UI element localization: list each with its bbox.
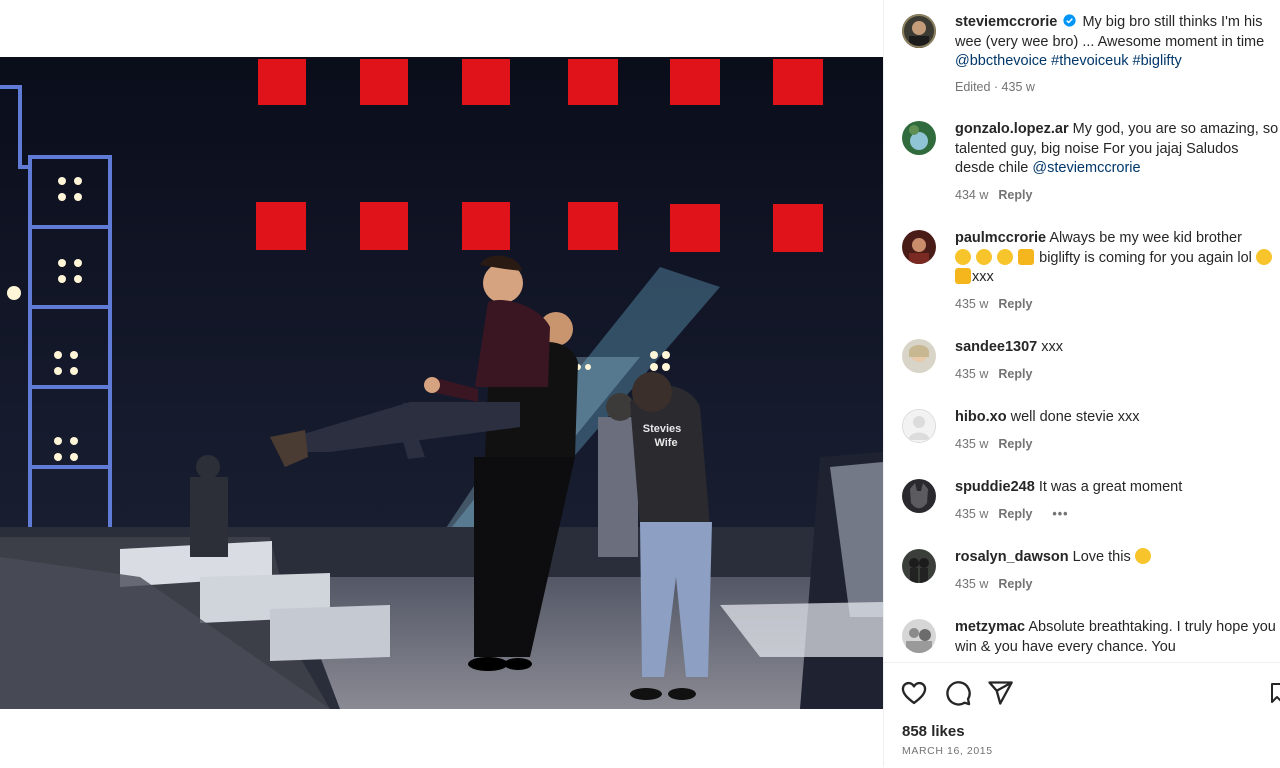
username[interactable]: spuddie248 <box>955 479 1035 495</box>
reply-button[interactable]: Reply <box>998 577 1032 591</box>
heart-icon[interactable] <box>900 679 928 707</box>
stage-photo-illustration: Stevies Wife <box>0 57 883 709</box>
comments-panel: steviemccrorie My big bro still thinks I… <box>883 0 1280 767</box>
comment-body: gonzalo.lopez.ar My god, you are so amaz… <box>955 120 1280 179</box>
comment-body: hibo.xo well done stevie xxx <box>955 408 1280 428</box>
comment-body: rosalyn_dawson Love this <box>955 548 1280 568</box>
avatar[interactable] <box>902 549 936 583</box>
caption-hashtags[interactable]: #thevoiceuk #biglifty <box>1051 53 1182 69</box>
comment-text: It was a great moment <box>1038 479 1183 495</box>
reply-button[interactable]: Reply <box>998 437 1032 451</box>
comment-meta: 435 w Reply ••• <box>955 507 1069 521</box>
comment-time: 435 w <box>955 367 989 381</box>
comment-time: 435 w <box>955 437 989 451</box>
username[interactable]: rosalyn_dawson <box>955 549 1069 565</box>
comment-time: 435 w <box>955 577 989 591</box>
avatar[interactable] <box>902 230 936 264</box>
comment-mention[interactable]: @steviemccrorie <box>1032 160 1140 176</box>
comment-text: xxx <box>1041 339 1064 355</box>
post-actions: 858 likes MARCH 16, 2015 <box>884 662 1280 768</box>
comment-text: Always be my wee kid brother <box>1049 230 1242 246</box>
grinning-emoji-icon <box>997 248 1014 265</box>
caption-mention[interactable]: @bbcthevoice <box>955 53 1047 69</box>
comment-time: 434 w <box>955 188 989 202</box>
comment-time: 435 w <box>955 297 989 311</box>
share-icon[interactable] <box>986 679 1014 707</box>
grinning-emoji-icon <box>976 248 993 265</box>
username[interactable]: gonzalo.lopez.ar <box>955 121 1069 137</box>
grinning-emoji-icon <box>955 248 971 265</box>
post-media: Stevies Wife <box>0 0 883 767</box>
comment-time: 435 w <box>955 507 989 521</box>
avatar[interactable] <box>902 121 936 155</box>
comment-icon[interactable] <box>944 679 972 707</box>
username[interactable]: hibo.xo <box>955 409 1007 425</box>
post-date: MARCH 16, 2015 <box>902 745 993 757</box>
avatar[interactable] <box>902 479 936 513</box>
reply-button[interactable]: Reply <box>998 507 1032 521</box>
tongue-emoji-icon <box>1255 248 1272 265</box>
comment-meta: 435 w Reply <box>955 367 1032 381</box>
more-options-icon[interactable]: ••• <box>1052 507 1068 521</box>
username[interactable]: steviemccrorie <box>955 14 1057 30</box>
comment-meta: 435 w Reply <box>955 297 1032 311</box>
shirt-text-line2: Wife <box>654 437 677 449</box>
comment-meta: 434 w Reply <box>955 188 1032 202</box>
comment-meta: 435 w Reply <box>955 577 1032 591</box>
caption-meta: Edited · 435 w <box>955 80 1035 94</box>
username[interactable]: sandee1307 <box>955 339 1037 355</box>
thumbs-up-icon <box>1018 248 1035 265</box>
comment-text: Love this <box>1072 549 1131 565</box>
comment-meta: 435 w Reply <box>955 437 1032 451</box>
reply-button[interactable]: Reply <box>998 367 1032 381</box>
comment-body: sandee1307 xxx <box>955 338 1280 358</box>
likes-count[interactable]: 858 likes <box>902 723 965 740</box>
username[interactable]: paulmccrorie <box>955 230 1046 246</box>
comment-text-2: biglifty is coming for you again lol <box>1039 249 1252 266</box>
reply-button[interactable]: Reply <box>998 188 1032 202</box>
shirt-text-line1: Stevies <box>643 423 682 435</box>
reply-button[interactable]: Reply <box>998 297 1032 311</box>
comment-body: metzymac Absolute breathtaking. I truly … <box>955 618 1280 657</box>
smiling-emoji-icon <box>1134 548 1151 564</box>
comment-text: well done stevie xxx <box>1010 409 1140 425</box>
avatar[interactable] <box>902 339 936 373</box>
avatar[interactable] <box>902 619 936 653</box>
verified-badge-icon <box>1063 14 1076 27</box>
comment-text-3: xxx <box>972 269 994 285</box>
comments-list[interactable]: steviemccrorie My big bro still thinks I… <box>884 0 1280 662</box>
avatar[interactable] <box>902 409 936 443</box>
username[interactable]: metzymac <box>955 619 1025 635</box>
avatar[interactable] <box>902 14 936 48</box>
bookmark-icon[interactable] <box>1270 679 1280 707</box>
comment-body: spuddie248 It was a great moment <box>955 478 1280 498</box>
caption-body: steviemccrorie My big bro still thinks I… <box>955 13 1280 72</box>
thumbs-up-icon <box>955 268 971 284</box>
post-photo[interactable]: Stevies Wife <box>0 57 883 709</box>
comment-body: paulmccrorie Always be my wee kid brothe… <box>955 229 1280 288</box>
